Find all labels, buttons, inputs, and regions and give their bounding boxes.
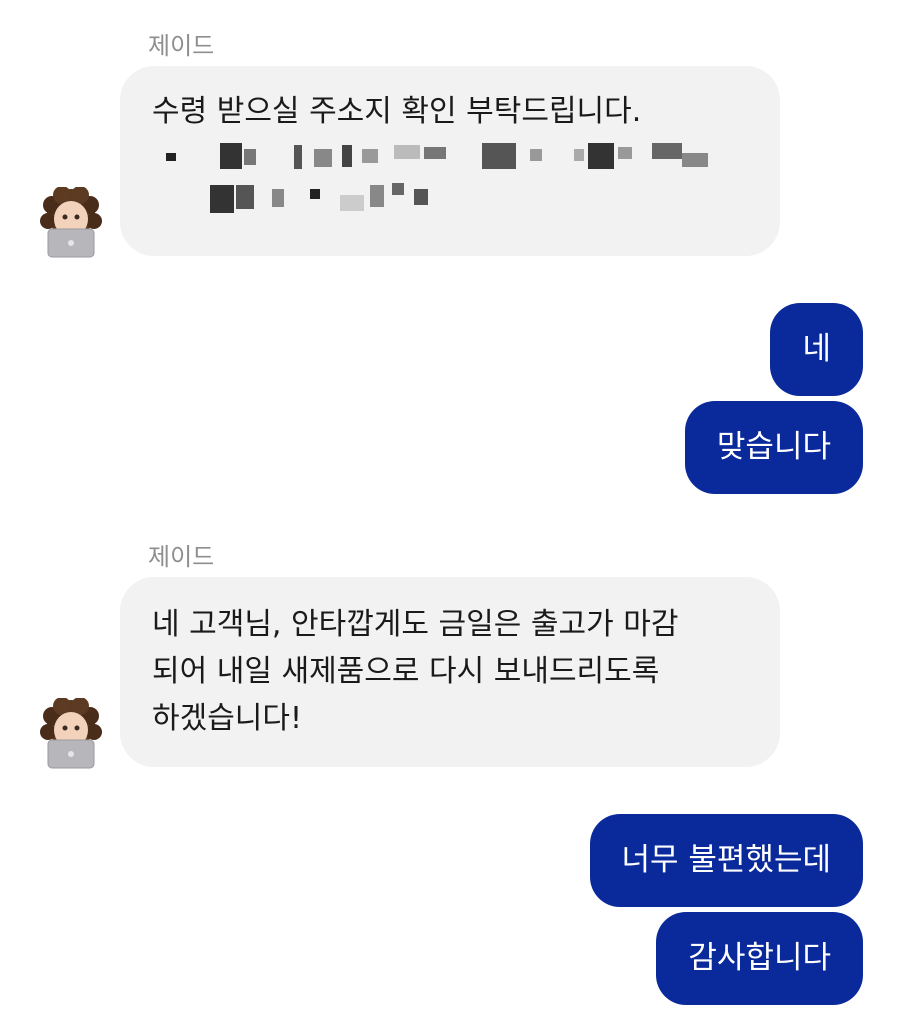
message-text: 수령 받으실 주소지 확인 부탁드립니다. bbox=[152, 94, 642, 129]
memoji-avatar-icon bbox=[40, 697, 102, 769]
sender-name: 제이드 bbox=[148, 543, 215, 571]
incoming-message-bubble[interactable]: 수령 받으실 주소지 확인 부탁드립니다. bbox=[120, 66, 780, 256]
outgoing-message-bubble[interactable]: 맞습니다 bbox=[684, 401, 863, 494]
sender-name: 제이드 bbox=[148, 32, 215, 60]
redacted-address bbox=[152, 135, 748, 231]
message-line: 하겠습니다! bbox=[152, 701, 303, 736]
avatar[interactable] bbox=[36, 186, 106, 259]
outgoing-message-bubble[interactable]: 네 bbox=[770, 303, 863, 396]
message-line: 되어 내일 새제품으로 다시 보내드리도록 bbox=[152, 654, 660, 689]
outgoing-message-bubble[interactable]: 감사합니다 bbox=[656, 912, 863, 1005]
outgoing-message-bubble[interactable]: 너무 불편했는데 bbox=[589, 814, 863, 907]
message-line: 네 고객님, 안타깝게도 금일은 출고가 마감 bbox=[152, 607, 679, 642]
avatar[interactable] bbox=[36, 697, 106, 770]
incoming-message-bubble[interactable]: 네 고객님, 안타깝게도 금일은 출고가 마감 되어 내일 새제품으로 다시 보… bbox=[120, 577, 780, 767]
memoji-avatar-icon bbox=[40, 186, 102, 258]
